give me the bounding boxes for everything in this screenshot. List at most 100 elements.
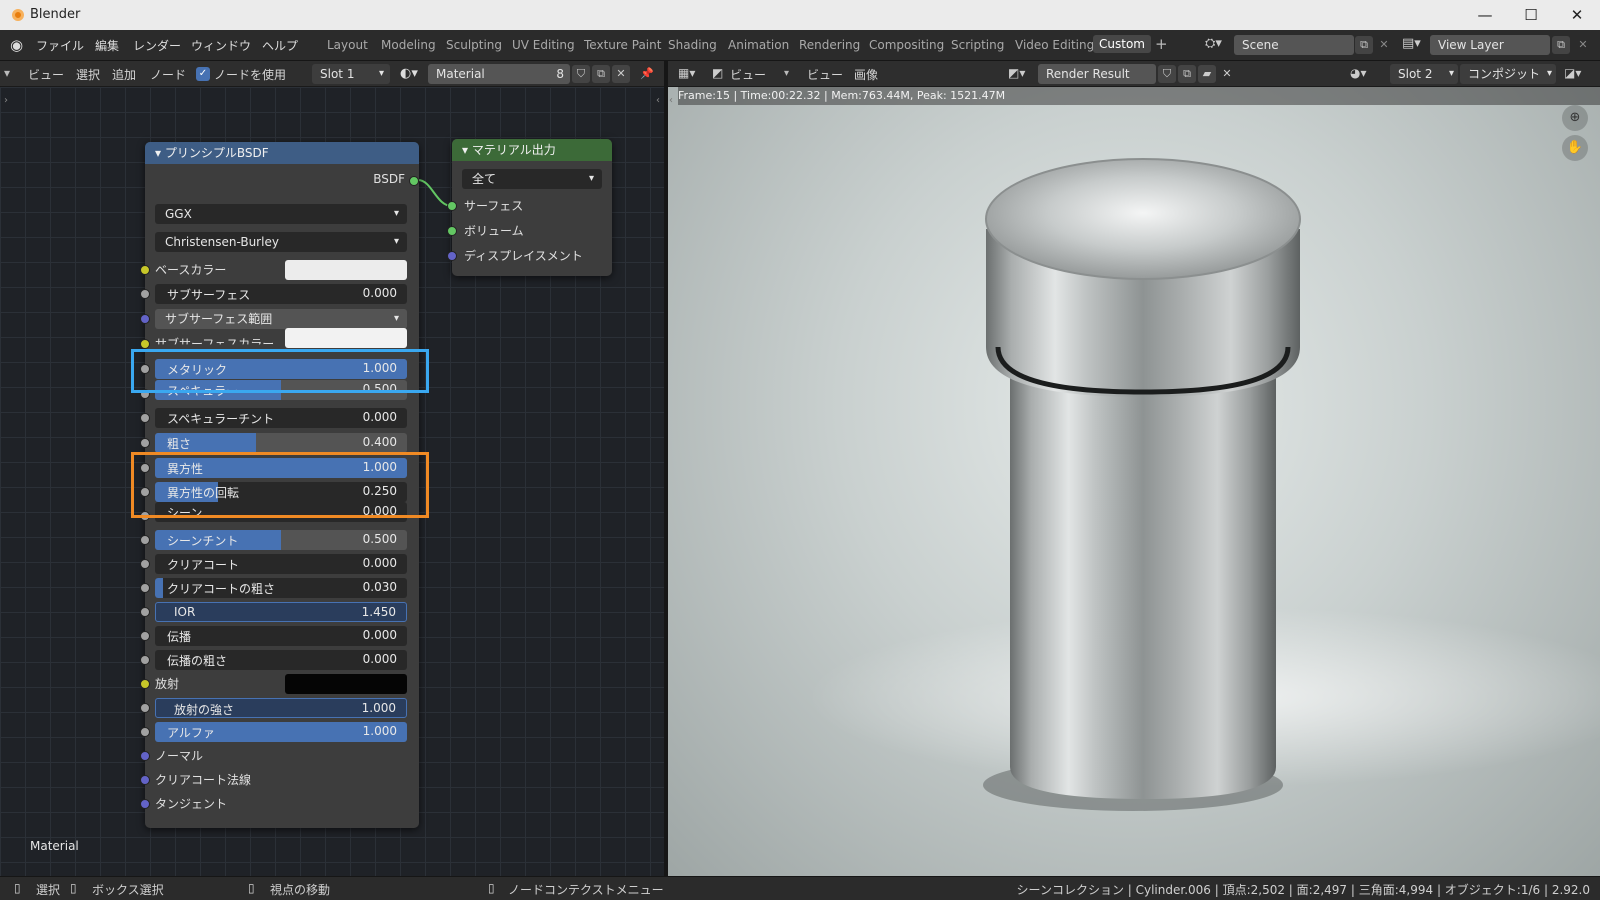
view-layer-field[interactable]: View Layer bbox=[1430, 35, 1550, 55]
clearcoat-roughness-socket[interactable] bbox=[140, 583, 150, 593]
image-open-folder-icon[interactable]: ▰ bbox=[1198, 65, 1216, 83]
maximize-button[interactable]: ☐ bbox=[1508, 0, 1554, 30]
sidebar-toggle-icon[interactable]: › bbox=[4, 95, 8, 106]
ior-socket[interactable] bbox=[140, 607, 150, 617]
image-menu-view[interactable]: ビュー bbox=[807, 66, 843, 83]
close-button[interactable]: ✕ bbox=[1554, 0, 1600, 30]
menu-file[interactable]: ファイル bbox=[36, 37, 84, 54]
output-node-header[interactable]: ▾ マテリアル出力 bbox=[452, 139, 612, 161]
node-menu-add[interactable]: 追加 bbox=[112, 66, 136, 83]
duplicate-material-icon[interactable]: ⧉ bbox=[592, 65, 610, 83]
tab-shading[interactable]: Shading bbox=[668, 38, 717, 52]
node-menu-view[interactable]: ビュー bbox=[28, 66, 64, 83]
collapse-chevron-icon[interactable]: ▾ bbox=[155, 146, 165, 160]
distribution-dropdown[interactable]: GGX ▾ bbox=[155, 204, 407, 224]
output-target-dropdown[interactable]: 全て ▾ bbox=[462, 169, 602, 189]
specular-tint-slider[interactable]: スペキュラーチント 0.000 bbox=[155, 408, 407, 428]
image-name-field[interactable]: Render Result bbox=[1038, 64, 1156, 84]
ior-field[interactable]: IOR 1.450 bbox=[155, 602, 407, 622]
emission-strength-field[interactable]: 放射の強さ 1.000 bbox=[155, 698, 407, 718]
material-browse-icon[interactable]: ◐▾ bbox=[400, 66, 418, 81]
transmission-slider[interactable]: 伝播 0.000 bbox=[155, 626, 407, 646]
render-slot-dropdown[interactable]: Slot 2 ▾ bbox=[1390, 64, 1458, 84]
normal-socket[interactable] bbox=[140, 751, 150, 761]
image-editor-type-icon[interactable]: ▦▾ bbox=[678, 66, 695, 80]
render-pass-dropdown[interactable]: コンポジット ▾ bbox=[1460, 64, 1556, 84]
menu-edit[interactable]: 編集 bbox=[95, 37, 119, 54]
sheen-tint-slider[interactable]: シーンチント 0.500 bbox=[155, 530, 407, 550]
image-new-icon[interactable]: ⧉ bbox=[1178, 65, 1196, 83]
scopes-icon[interactable]: ◪▾ bbox=[1564, 66, 1581, 80]
new-scene-icon[interactable]: ⧉ bbox=[1355, 36, 1373, 54]
image-browse-icon[interactable]: ◩▾ bbox=[1008, 66, 1025, 80]
scene-field[interactable]: Scene bbox=[1234, 35, 1354, 55]
tab-rendering[interactable]: Rendering bbox=[799, 38, 860, 52]
tab-uv-editing[interactable]: UV Editing bbox=[512, 38, 575, 52]
menu-help[interactable]: ヘルプ bbox=[262, 37, 298, 54]
subsurface-color-swatch[interactable] bbox=[285, 328, 407, 348]
clearcoat-slider[interactable]: クリアコート 0.000 bbox=[155, 554, 407, 574]
roughness-slider[interactable]: 粗さ 0.400 bbox=[155, 433, 407, 453]
delete-view-layer-icon[interactable]: ✕ bbox=[1574, 36, 1592, 54]
subsurface-socket[interactable] bbox=[140, 289, 150, 299]
subsurface-method-dropdown[interactable]: Christensen-Burley ▾ bbox=[155, 232, 407, 252]
view-mode-dropdown[interactable]: ビュー bbox=[730, 66, 766, 83]
toolbar-toggle-icon[interactable]: ‹ bbox=[656, 95, 660, 106]
tab-scripting[interactable]: Scripting bbox=[951, 38, 1004, 52]
roughness-socket[interactable] bbox=[140, 438, 150, 448]
alpha-socket[interactable] bbox=[140, 727, 150, 737]
collapse-chevron-icon[interactable]: ▾ bbox=[462, 143, 472, 157]
node-header[interactable]: ▾ プリンシプルBSDF bbox=[145, 142, 419, 164]
new-view-layer-icon[interactable]: ⧉ bbox=[1552, 36, 1570, 54]
clearcoat-normal-socket[interactable] bbox=[140, 775, 150, 785]
tab-compositing[interactable]: Compositing bbox=[869, 38, 944, 52]
specular-tint-socket[interactable] bbox=[140, 413, 150, 423]
displacement-socket[interactable] bbox=[447, 251, 457, 261]
slot-dropdown[interactable]: Slot 1 ▾ bbox=[312, 64, 390, 84]
base-color-socket[interactable] bbox=[140, 265, 150, 275]
scene-selector-icon[interactable]: ⛭▾ bbox=[1205, 36, 1222, 51]
render-result-viewer[interactable]: Frame:15 | Time:00:22.32 | Mem:763.44M, … bbox=[668, 87, 1600, 876]
tab-sculpting[interactable]: Sculpting bbox=[446, 38, 502, 52]
display-channels-icon[interactable]: ◕▾ bbox=[1350, 66, 1367, 80]
use-nodes-checkbox[interactable]: ✓ bbox=[196, 67, 210, 81]
emission-color-swatch[interactable] bbox=[285, 674, 407, 694]
unlink-material-icon[interactable]: ✕ bbox=[612, 65, 630, 83]
image-menu-image[interactable]: 画像 bbox=[854, 66, 878, 83]
tab-animation[interactable]: Animation bbox=[728, 38, 789, 52]
pin-icon[interactable]: 📌 bbox=[638, 65, 656, 83]
blender-menu-icon[interactable]: ◉ bbox=[10, 36, 23, 54]
node-menu-select[interactable]: 選択 bbox=[76, 66, 100, 83]
bsdf-output-socket[interactable] bbox=[409, 176, 419, 186]
subsurface-color-socket[interactable] bbox=[140, 339, 150, 349]
clearcoat-socket[interactable] bbox=[140, 559, 150, 569]
sheen-tint-socket[interactable] bbox=[140, 535, 150, 545]
node-editor-canvas[interactable]: › ‹ ▾ プリンシプルBSDF BSDF GGX ▾ Christensen-B… bbox=[0, 87, 664, 876]
material-name-field[interactable]: Material 8 bbox=[428, 64, 570, 84]
node-menu-node[interactable]: ノード bbox=[150, 66, 186, 83]
fake-user-shield-icon[interactable]: ⛉ bbox=[572, 65, 590, 83]
menu-render[interactable]: レンダー bbox=[133, 37, 181, 54]
subsurface-radius-socket[interactable] bbox=[140, 314, 150, 324]
alpha-slider[interactable]: アルファ 1.000 bbox=[155, 722, 407, 742]
view-mode-icon[interactable]: ◩ bbox=[712, 66, 723, 80]
volume-socket[interactable] bbox=[447, 226, 457, 236]
material-output-node[interactable]: ▾ マテリアル出力 全て ▾ サーフェス ボリューム ディスプレイスメント bbox=[447, 139, 612, 276]
transmission-roughness-socket[interactable] bbox=[140, 655, 150, 665]
minimize-button[interactable]: — bbox=[1462, 0, 1508, 30]
delete-scene-icon[interactable]: ✕ bbox=[1375, 36, 1393, 54]
tab-layout[interactable]: Layout bbox=[327, 38, 368, 52]
editor-type-chevron-icon[interactable]: ▾ bbox=[4, 66, 10, 80]
emission-socket[interactable] bbox=[140, 679, 150, 689]
image-unlink-icon[interactable]: ✕ bbox=[1218, 65, 1236, 83]
clearcoat-roughness-slider[interactable]: クリアコートの粗さ 0.030 bbox=[155, 578, 407, 598]
add-workspace-button[interactable]: + bbox=[1155, 35, 1168, 53]
tab-texture-paint[interactable]: Texture Paint bbox=[584, 38, 661, 52]
tab-modeling[interactable]: Modeling bbox=[381, 38, 436, 52]
tab-video-editing[interactable]: Video Editing bbox=[1015, 38, 1094, 52]
emission-strength-socket[interactable] bbox=[140, 703, 150, 713]
menu-window[interactable]: ウィンドウ bbox=[191, 37, 251, 54]
base-color-swatch[interactable] bbox=[285, 260, 407, 280]
image-shield-icon[interactable]: ⛉ bbox=[1158, 65, 1176, 83]
transmission-socket[interactable] bbox=[140, 631, 150, 641]
